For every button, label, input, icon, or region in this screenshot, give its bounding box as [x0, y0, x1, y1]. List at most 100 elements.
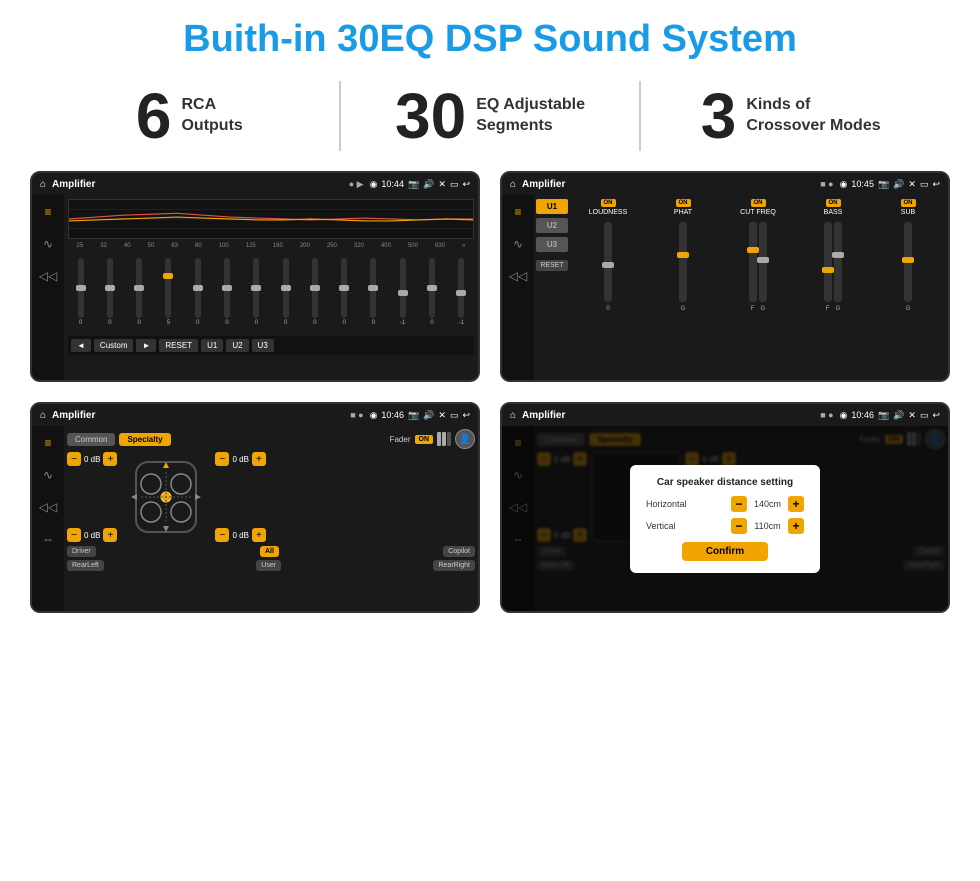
home-icon[interactable]: ⌂: [40, 179, 46, 190]
rearleft-vol-plus[interactable]: +: [103, 528, 117, 542]
volume-icon-3: 🔊: [423, 410, 434, 421]
rearright-btn[interactable]: RearRight: [433, 560, 475, 571]
sub-on[interactable]: ON: [901, 199, 916, 207]
tab-common[interactable]: Common: [67, 433, 115, 446]
loudness-on[interactable]: ON: [601, 199, 616, 207]
crossover-reset-btn[interactable]: RESET: [536, 260, 568, 271]
rearleft-btn[interactable]: RearLeft: [67, 560, 104, 571]
crossover-sidebar: ≡ ∿ ◁◁: [502, 195, 534, 380]
fader-on-toggle[interactable]: ON: [415, 435, 434, 444]
preset-u1-btn[interactable]: U1: [536, 199, 568, 214]
eq-slider-10[interactable]: 0: [341, 252, 347, 332]
horizontal-plus[interactable]: +: [788, 496, 804, 512]
freq-63: 63: [171, 243, 178, 249]
home-icon-3[interactable]: ⌂: [40, 410, 46, 421]
sidebar-vol-icon-2[interactable]: ◁◁: [507, 265, 529, 287]
eq-slider-12[interactable]: -1: [400, 252, 406, 332]
eq-slider-13[interactable]: 0: [429, 252, 435, 332]
sidebar-eq-icon-3[interactable]: ≡: [37, 432, 59, 454]
phat-slider-1[interactable]: [679, 222, 687, 302]
eq-slider-11[interactable]: 0: [370, 252, 376, 332]
sidebar-vol-icon[interactable]: ◁◁: [37, 265, 59, 287]
eq-slider-6[interactable]: 0: [224, 252, 230, 332]
stat-rca: 6 RCAOutputs: [60, 84, 319, 148]
ctrl-phat: ON PHAT G: [647, 199, 719, 376]
avatar-icon[interactable]: 👤: [455, 429, 475, 449]
eq-slider-14[interactable]: -1: [458, 252, 464, 332]
bass-on[interactable]: ON: [826, 199, 841, 207]
home-icon-2[interactable]: ⌂: [510, 179, 516, 190]
cutfreq-slider-g[interactable]: [759, 222, 767, 302]
sub-slider[interactable]: [904, 222, 912, 302]
cutfreq-slider-f[interactable]: [749, 222, 757, 302]
bass-slider-f[interactable]: [824, 222, 832, 302]
bass-val-g: G: [836, 306, 841, 312]
back-icon-2[interactable]: ↩: [932, 179, 940, 190]
eq-slider-4[interactable]: 5: [165, 252, 171, 332]
x-icon-2: ✕: [908, 179, 916, 190]
eq-status-bar: ⌂ Amplifier ● ▶ ◉ 10:44 📷 🔊 ✕ ▭ ↩: [32, 173, 478, 195]
volume-icon-4: 🔊: [893, 410, 904, 421]
eq-slider-3[interactable]: 0: [136, 252, 142, 332]
driver-vol-minus[interactable]: −: [67, 452, 81, 466]
eq-graph: [68, 199, 474, 239]
eq-u1-btn[interactable]: U1: [201, 339, 223, 352]
tab-specialty[interactable]: Specialty: [119, 433, 170, 446]
dialog-box: Car speaker distance setting Horizontal …: [630, 465, 820, 573]
crossover-status-icons: ◉ 10:45 📷 🔊 ✕ ▭ ↩: [840, 179, 940, 190]
horizontal-minus[interactable]: −: [731, 496, 747, 512]
freq-50: 50: [148, 243, 155, 249]
all-btn[interactable]: All: [260, 546, 279, 557]
preset-u3-btn[interactable]: U3: [536, 237, 568, 252]
rearright-vol-minus[interactable]: −: [215, 528, 229, 542]
bass-sliders: [824, 220, 842, 304]
preset-u2-btn[interactable]: U2: [536, 218, 568, 233]
eq-u3-btn[interactable]: U3: [252, 339, 274, 352]
eq-slider-2[interactable]: 0: [107, 252, 113, 332]
driver-btn[interactable]: Driver: [67, 546, 96, 557]
bass-labels: F G: [826, 306, 840, 312]
vertical-plus[interactable]: +: [788, 518, 804, 534]
back-icon-4[interactable]: ↩: [932, 410, 940, 421]
rearleft-vol-value: 0 dB: [84, 531, 100, 540]
eq-custom-btn[interactable]: Custom: [94, 339, 134, 352]
sidebar-vol-icon-3[interactable]: ◁◁: [37, 496, 59, 518]
back-icon[interactable]: ↩: [462, 179, 470, 190]
cutfreq-on[interactable]: ON: [751, 199, 766, 207]
sidebar-wave-icon-2[interactable]: ∿: [507, 233, 529, 255]
eq-slider-8[interactable]: 0: [283, 252, 289, 332]
location-icon-2: ◉: [840, 179, 848, 190]
eq-slider-7[interactable]: 0: [253, 252, 259, 332]
eq-slider-5[interactable]: 0: [195, 252, 201, 332]
eq-slider-1[interactable]: 0: [78, 252, 84, 332]
sidebar-expand-icon[interactable]: ⇔: [37, 528, 59, 550]
rearright-vol-plus[interactable]: +: [252, 528, 266, 542]
confirm-button[interactable]: Confirm: [682, 542, 768, 561]
user-btn[interactable]: User: [256, 560, 281, 571]
back-icon-3[interactable]: ↩: [462, 410, 470, 421]
page-title: Buith-in 30EQ DSP Sound System: [0, 0, 980, 71]
rearleft-vol-minus[interactable]: −: [67, 528, 81, 542]
sidebar-wave-icon[interactable]: ∿: [37, 233, 59, 255]
home-icon-4[interactable]: ⌂: [510, 410, 516, 421]
eq-freq-labels: 25 32 40 50 63 80 100 125 160 200 250 32…: [68, 243, 474, 249]
phat-on[interactable]: ON: [676, 199, 691, 207]
sidebar-eq-icon[interactable]: ≡: [37, 201, 59, 223]
vertical-minus[interactable]: −: [731, 518, 747, 534]
eq-play-btn[interactable]: ►: [136, 339, 156, 352]
freq-250: 250: [327, 243, 337, 249]
eq-prev-btn[interactable]: ◄: [71, 339, 91, 352]
bass-slider-g[interactable]: [834, 222, 842, 302]
copilot-vol-minus[interactable]: −: [215, 452, 229, 466]
eq-reset-btn[interactable]: RESET: [159, 339, 198, 352]
driver-vol-plus[interactable]: +: [103, 452, 117, 466]
window-icon-2: ▭: [920, 179, 929, 190]
loudness-slider-1[interactable]: [604, 222, 612, 302]
eq-slider-9[interactable]: 0: [312, 252, 318, 332]
eq-u2-btn[interactable]: U2: [226, 339, 248, 352]
sidebar-wave-icon-3[interactable]: ∿: [37, 464, 59, 486]
copilot-btn[interactable]: Copilot: [443, 546, 475, 557]
copilot-vol-plus[interactable]: +: [252, 452, 266, 466]
sidebar-eq-icon-2[interactable]: ≡: [507, 201, 529, 223]
eq-title: Amplifier: [52, 179, 95, 190]
